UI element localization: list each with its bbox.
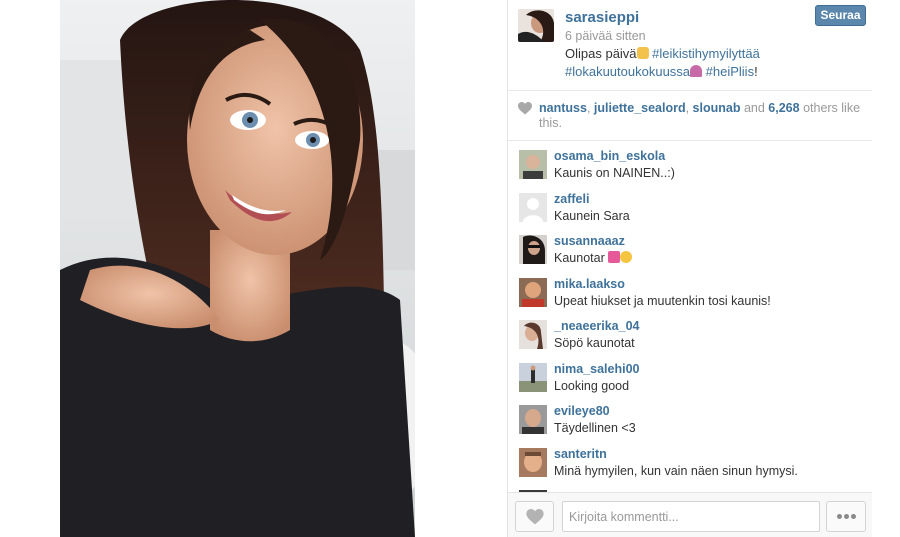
commenter-avatar[interactable] (519, 320, 547, 349)
comment-item: susannaaaz Kaunotar (508, 227, 872, 269)
comment-text: Söpö kaunotat (554, 336, 635, 350)
post-timestamp[interactable]: 6 päivää sitten (565, 29, 646, 43)
umbrella-emoji-icon (690, 65, 703, 77)
commenter-username[interactable]: _neaeerika_04 (554, 319, 640, 333)
heart-icon (526, 509, 544, 525)
hashtag-link[interactable]: #leikistihymyilyttää (652, 46, 760, 61)
commenter-avatar[interactable] (519, 235, 547, 264)
commenter-avatar[interactable] (519, 447, 547, 477)
commenter-username[interactable]: susannaaaz (554, 234, 625, 248)
avatar-icon (519, 362, 547, 392)
commenter-avatar[interactable] (519, 362, 547, 392)
likes-section: nantuss, juliette_sealord, slounab and 6… (508, 92, 872, 141)
liker-link[interactable]: slounab (693, 101, 741, 115)
owner-username[interactable]: sarasieppi (565, 9, 639, 26)
comment-text: Minä hymyilen, kun vain näen sinun hymys… (554, 463, 798, 478)
comment-item: osama_bin_eskola Kaunis on NAINEN..:) (508, 142, 872, 184)
follow-button[interactable]: Seuraa (815, 5, 866, 26)
likes-and: and (743, 101, 765, 115)
liker-link[interactable]: juliette_sealord (594, 101, 686, 115)
comment-item: mika.laakso Upeat hiukset ja muutenkin t… (508, 270, 872, 312)
comments-list[interactable]: osama_bin_eskola Kaunis on NAINEN..:) za… (508, 142, 872, 492)
avatar-icon (519, 235, 547, 264)
avatar-icon (519, 405, 547, 434)
owner-avatar-icon (518, 9, 554, 42)
comment-input[interactable] (562, 501, 820, 532)
comment-text: Looking good (554, 378, 630, 393)
comment-item: zaffeli Kaunein Sara (508, 185, 872, 227)
commenter-username[interactable]: nima_salehi00 (554, 362, 639, 376)
avatar-icon (519, 320, 547, 349)
commenter-username[interactable]: santeritn (554, 447, 607, 461)
commenter-username[interactable]: mika.laakso (554, 277, 625, 291)
avatar-icon (519, 447, 547, 477)
heart-icon (518, 102, 532, 115)
commenter-avatar[interactable] (519, 405, 547, 434)
owner-avatar[interactable] (518, 9, 554, 42)
clapping-hands-emoji-icon (636, 47, 649, 59)
dot-icon (836, 514, 842, 519)
comment-item: evileye80 Täydellinen <3 (508, 397, 872, 439)
post-header: sarasieppi 6 päivää sitten Olipas päivä … (508, 0, 872, 91)
comment-footer (508, 492, 872, 537)
post-side-panel: sarasieppi 6 päivää sitten Olipas päivä … (507, 0, 872, 537)
likes-count[interactable]: 6,268 (768, 101, 799, 115)
hashtag-link[interactable]: #heiPliis (706, 64, 754, 79)
post-photo[interactable] (60, 0, 415, 537)
comment-item: _neaeerika_04 Söpö kaunotat (508, 312, 872, 354)
post-caption: Olipas päivä #leikistihymyilyttää #lokaku… (565, 45, 805, 81)
caption-end: ! (754, 64, 758, 79)
comment-text-value: Kaunotar (554, 251, 605, 265)
commenter-avatar[interactable] (519, 192, 547, 222)
likes-text: nantuss, juliette_sealord, slounab and 6… (539, 101, 861, 130)
selfie-photo-icon (60, 0, 415, 537)
commenter-avatar[interactable] (519, 277, 547, 307)
like-button[interactable] (515, 501, 554, 532)
heart-ribbon-emoji-icon (608, 251, 621, 263)
comment-text: Upeat hiukset ja muutenkin tosi kaunis! (554, 293, 771, 308)
commenter-username[interactable]: zaffeli (554, 192, 589, 206)
default-avatar-icon (519, 192, 547, 222)
comment-text: Kaunis on NAINEN..:) (554, 166, 675, 180)
avatar-icon (519, 277, 547, 307)
comment-text: Kaunotar (554, 251, 633, 265)
comment-item: santeritn Minä hymyilen, kun vain näen s… (508, 440, 872, 482)
comment-item (508, 482, 872, 492)
commenter-username[interactable]: evileye80 (554, 404, 610, 418)
commenter-avatar[interactable] (519, 150, 547, 179)
comment-text: Kaunein Sara (554, 208, 630, 223)
more-options-button[interactable] (826, 501, 866, 532)
dot-icon (843, 514, 849, 519)
heart-eyes-emoji-icon (620, 251, 633, 263)
avatar-icon (519, 150, 547, 179)
dot-icon (850, 514, 856, 519)
caption-text: Olipas päivä (565, 46, 637, 61)
liker-link[interactable]: nantuss (539, 101, 587, 115)
comment-item: nima_salehi00 Looking good (508, 355, 872, 397)
hashtag-link[interactable]: #lokakuutoukokuussa (565, 64, 690, 79)
comment-text: Täydellinen <3 (554, 421, 636, 435)
instagram-post-page: sarasieppi 6 päivää sitten Olipas päivä … (0, 0, 900, 537)
commenter-username[interactable]: osama_bin_eskola (554, 149, 665, 163)
